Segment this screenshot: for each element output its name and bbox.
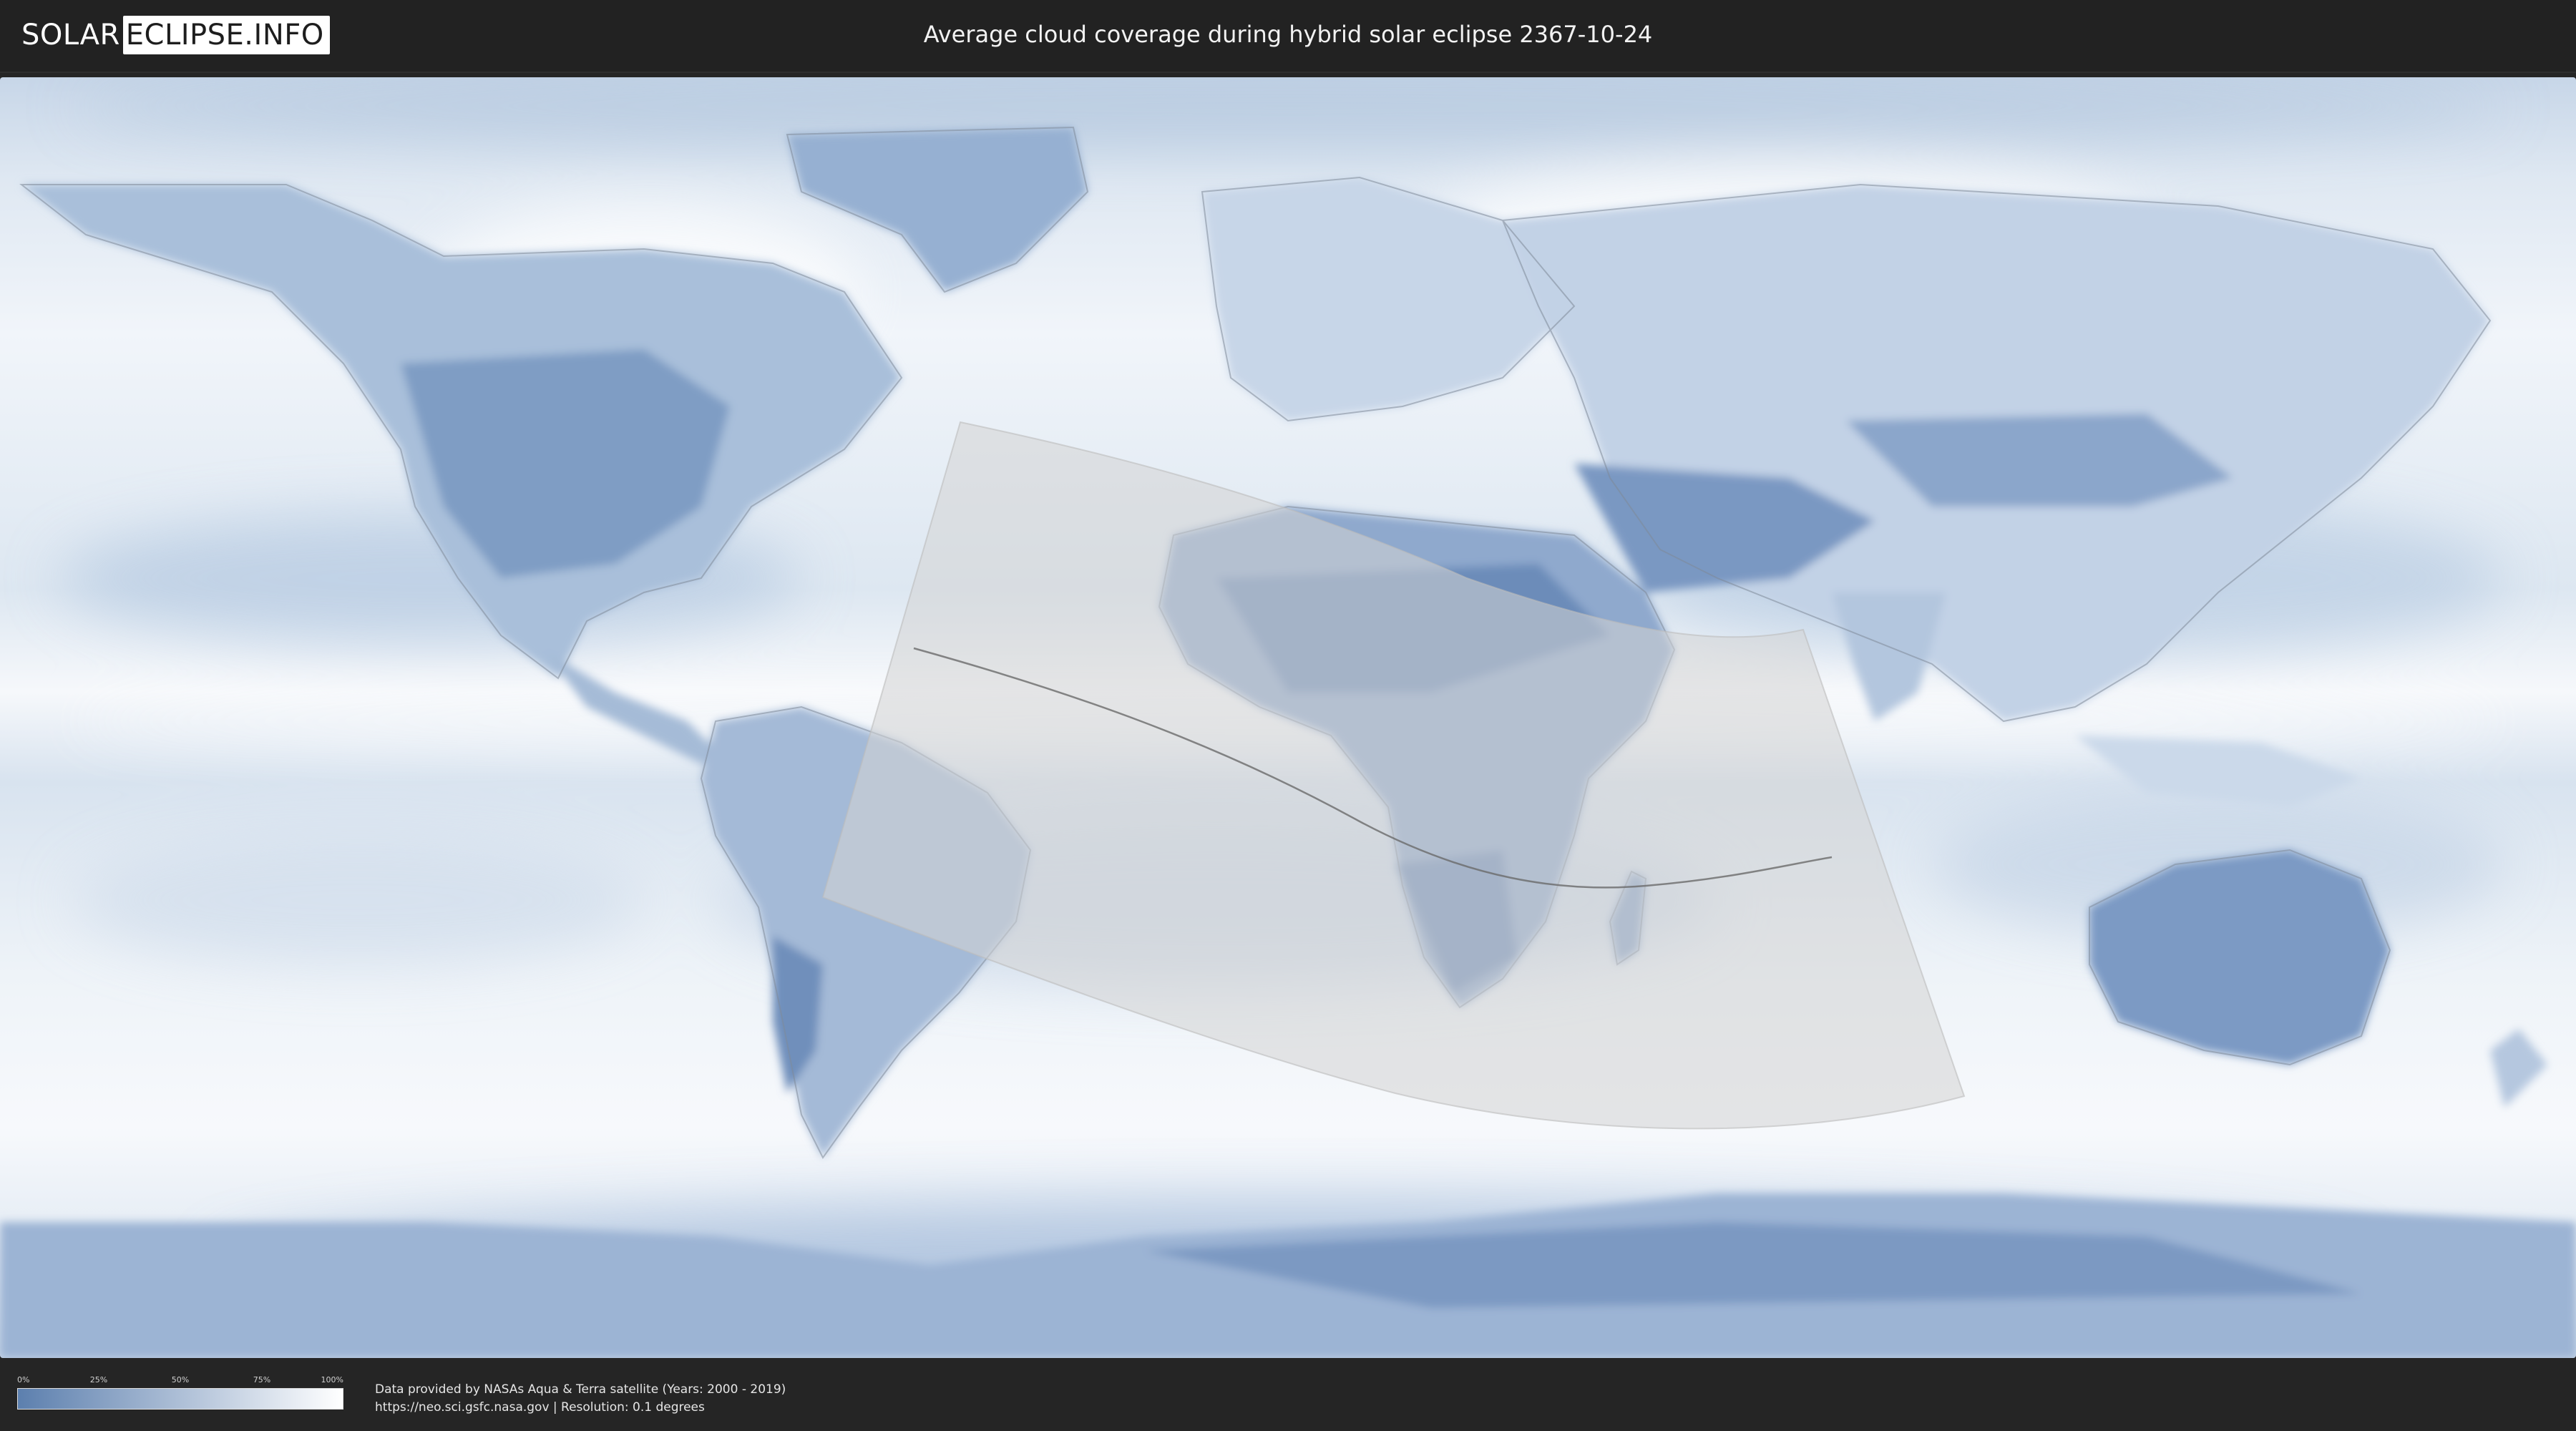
data-credits: Data provided by NASAs Aqua & Terra sate… xyxy=(375,1381,786,1417)
legend-tick-100: 100% xyxy=(321,1375,343,1384)
world-map-icon xyxy=(0,77,2576,1358)
header-bar: SOLAR ECLIPSE.INFO Average cloud coverag… xyxy=(0,0,2576,73)
page-title: Average cloud coverage during hybrid sol… xyxy=(923,21,1653,48)
logo-text-eclipse-info: ECLIPSE.INFO xyxy=(122,16,330,54)
legend-color-bar xyxy=(17,1388,343,1410)
cloud-coverage-legend: 0% 25% 50% 75% 100% xyxy=(17,1375,343,1410)
footer: 0% 25% 50% 75% 100% Data provided by NAS… xyxy=(0,1358,2576,1431)
page: SOLAR ECLIPSE.INFO Average cloud coverag… xyxy=(0,0,2576,1431)
credits-source-line: Data provided by NASAs Aqua & Terra sate… xyxy=(375,1382,786,1397)
cloud-coverage-map xyxy=(0,77,2576,1358)
legend-tick-75: 75% xyxy=(253,1375,271,1384)
credits-url-line[interactable]: https://neo.sci.gsfc.nasa.gov | Resoluti… xyxy=(375,1399,786,1417)
legend-tick-50: 50% xyxy=(171,1375,190,1384)
logo-text-solar: SOLAR xyxy=(21,19,120,52)
legend-tick-25: 25% xyxy=(89,1375,108,1384)
site-logo[interactable]: SOLAR ECLIPSE.INFO xyxy=(21,16,330,54)
legend-ticks: 0% 25% 50% 75% 100% xyxy=(17,1375,343,1388)
legend-tick-0: 0% xyxy=(17,1375,30,1384)
